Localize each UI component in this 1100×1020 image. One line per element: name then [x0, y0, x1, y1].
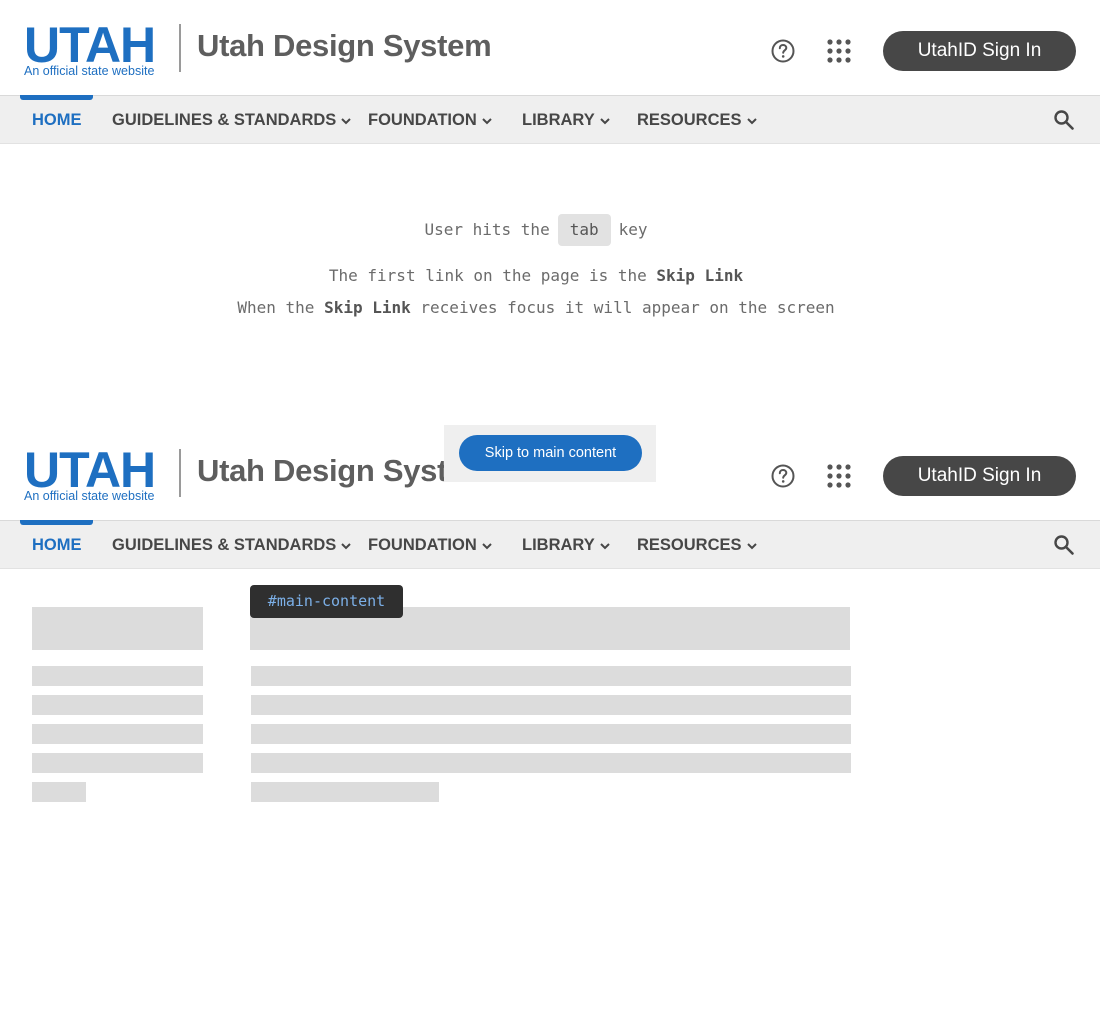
instruction-line-1: User hits the tab key: [0, 214, 1072, 246]
nav-item-label: FOUNDATION: [368, 111, 477, 129]
instruction-text: key: [618, 220, 648, 239]
logo-tagline: An official state website: [24, 64, 155, 78]
instruction-text: receives focus it will appear on the scr…: [420, 298, 835, 317]
header-divider: [179, 24, 181, 72]
chevron-down-icon: [482, 542, 492, 550]
chevron-down-icon: [482, 117, 492, 125]
help-icon[interactable]: [769, 37, 797, 65]
nav-item-label: HOME: [32, 536, 82, 554]
nav-item-resources[interactable]: RESOURCES: [637, 521, 758, 569]
nav-item-foundation[interactable]: FOUNDATION: [368, 521, 493, 569]
nav-item-guidelines[interactable]: GUIDELINES & STANDARDS: [112, 96, 352, 144]
skeleton-sidebar-line: [32, 724, 203, 744]
instruction-text: When the: [237, 298, 315, 317]
skeleton-sidebar-line: [32, 666, 203, 686]
nav-item-label: FOUNDATION: [368, 536, 477, 554]
apps-grid-icon[interactable]: [826, 38, 852, 64]
site-title[interactable]: Utah Design System: [197, 28, 492, 64]
skeleton-sidebar-line: [32, 753, 203, 773]
nav-item-label: LIBRARY: [522, 536, 595, 554]
chevron-down-icon: [341, 117, 352, 125]
skip-link-container: Skip to main content: [444, 425, 656, 482]
chevron-down-icon: [600, 542, 610, 550]
skeleton-main-line: [251, 753, 851, 773]
header-divider: [179, 449, 181, 497]
nav-item-resources[interactable]: RESOURCES: [637, 96, 758, 144]
nav-item-home[interactable]: HOME: [32, 521, 82, 569]
instruction-text: User hits the: [424, 220, 550, 239]
tab-key-badge: tab: [557, 214, 611, 246]
logo-tagline: An official state website: [24, 489, 155, 503]
skeleton-main-line: [251, 666, 851, 686]
chevron-down-icon: [746, 117, 757, 125]
nav-item-label: GUIDELINES & STANDARDS: [112, 536, 337, 554]
utah-logo[interactable]: UTAH An official state website: [24, 442, 164, 505]
main-nav: HOME GUIDELINES & STANDARDS FOUNDATION L…: [0, 520, 1100, 569]
nav-item-foundation[interactable]: FOUNDATION: [368, 96, 493, 144]
help-icon[interactable]: [769, 462, 797, 490]
chevron-down-icon: [341, 542, 352, 550]
search-icon[interactable]: [1052, 108, 1076, 132]
nav-item-label: RESOURCES: [637, 536, 742, 554]
nav-item-library[interactable]: LIBRARY: [522, 96, 611, 144]
main-nav: HOME GUIDELINES & STANDARDS FOUNDATION L…: [0, 95, 1100, 144]
chevron-down-icon: [746, 542, 757, 550]
nav-item-library[interactable]: LIBRARY: [522, 521, 611, 569]
signin-button[interactable]: UtahID Sign In: [883, 31, 1076, 71]
site-header: UTAH An official state website Utah Desi…: [0, 0, 1100, 96]
utah-logo[interactable]: UTAH An official state website: [24, 17, 164, 80]
skeleton-sidebar-heading: [32, 607, 203, 650]
nav-item-home[interactable]: HOME: [32, 96, 82, 144]
nav-item-label: HOME: [32, 111, 82, 129]
instruction-line-2: The first link on the page is the Skip L…: [0, 260, 1072, 292]
nav-item-guidelines[interactable]: GUIDELINES & STANDARDS: [112, 521, 352, 569]
skeleton-sidebar-line: [32, 695, 203, 715]
skeleton-main-line: [251, 724, 851, 744]
instruction-strong: Skip Link: [656, 266, 744, 285]
instruction-strong: Skip Link: [324, 298, 411, 317]
skip-to-main-link[interactable]: Skip to main content: [459, 435, 642, 471]
search-icon[interactable]: [1052, 533, 1076, 557]
logo-word: UTAH: [24, 17, 156, 73]
signin-button[interactable]: UtahID Sign In: [883, 456, 1076, 496]
logo-word: UTAH: [24, 442, 156, 498]
skeleton-main-line: [251, 782, 439, 802]
apps-grid-icon[interactable]: [826, 463, 852, 489]
nav-item-label: LIBRARY: [522, 111, 595, 129]
skeleton-main-line: [251, 695, 851, 715]
skeleton-sidebar-line: [32, 782, 86, 802]
instruction-text: The first link on the page is the: [328, 266, 647, 285]
instruction-line-3: When the Skip Link receives focus it wil…: [0, 292, 1072, 324]
nav-item-label: RESOURCES: [637, 111, 742, 129]
main-content-anchor-label: #main-content: [250, 585, 403, 618]
nav-item-label: GUIDELINES & STANDARDS: [112, 111, 337, 129]
chevron-down-icon: [600, 117, 610, 125]
